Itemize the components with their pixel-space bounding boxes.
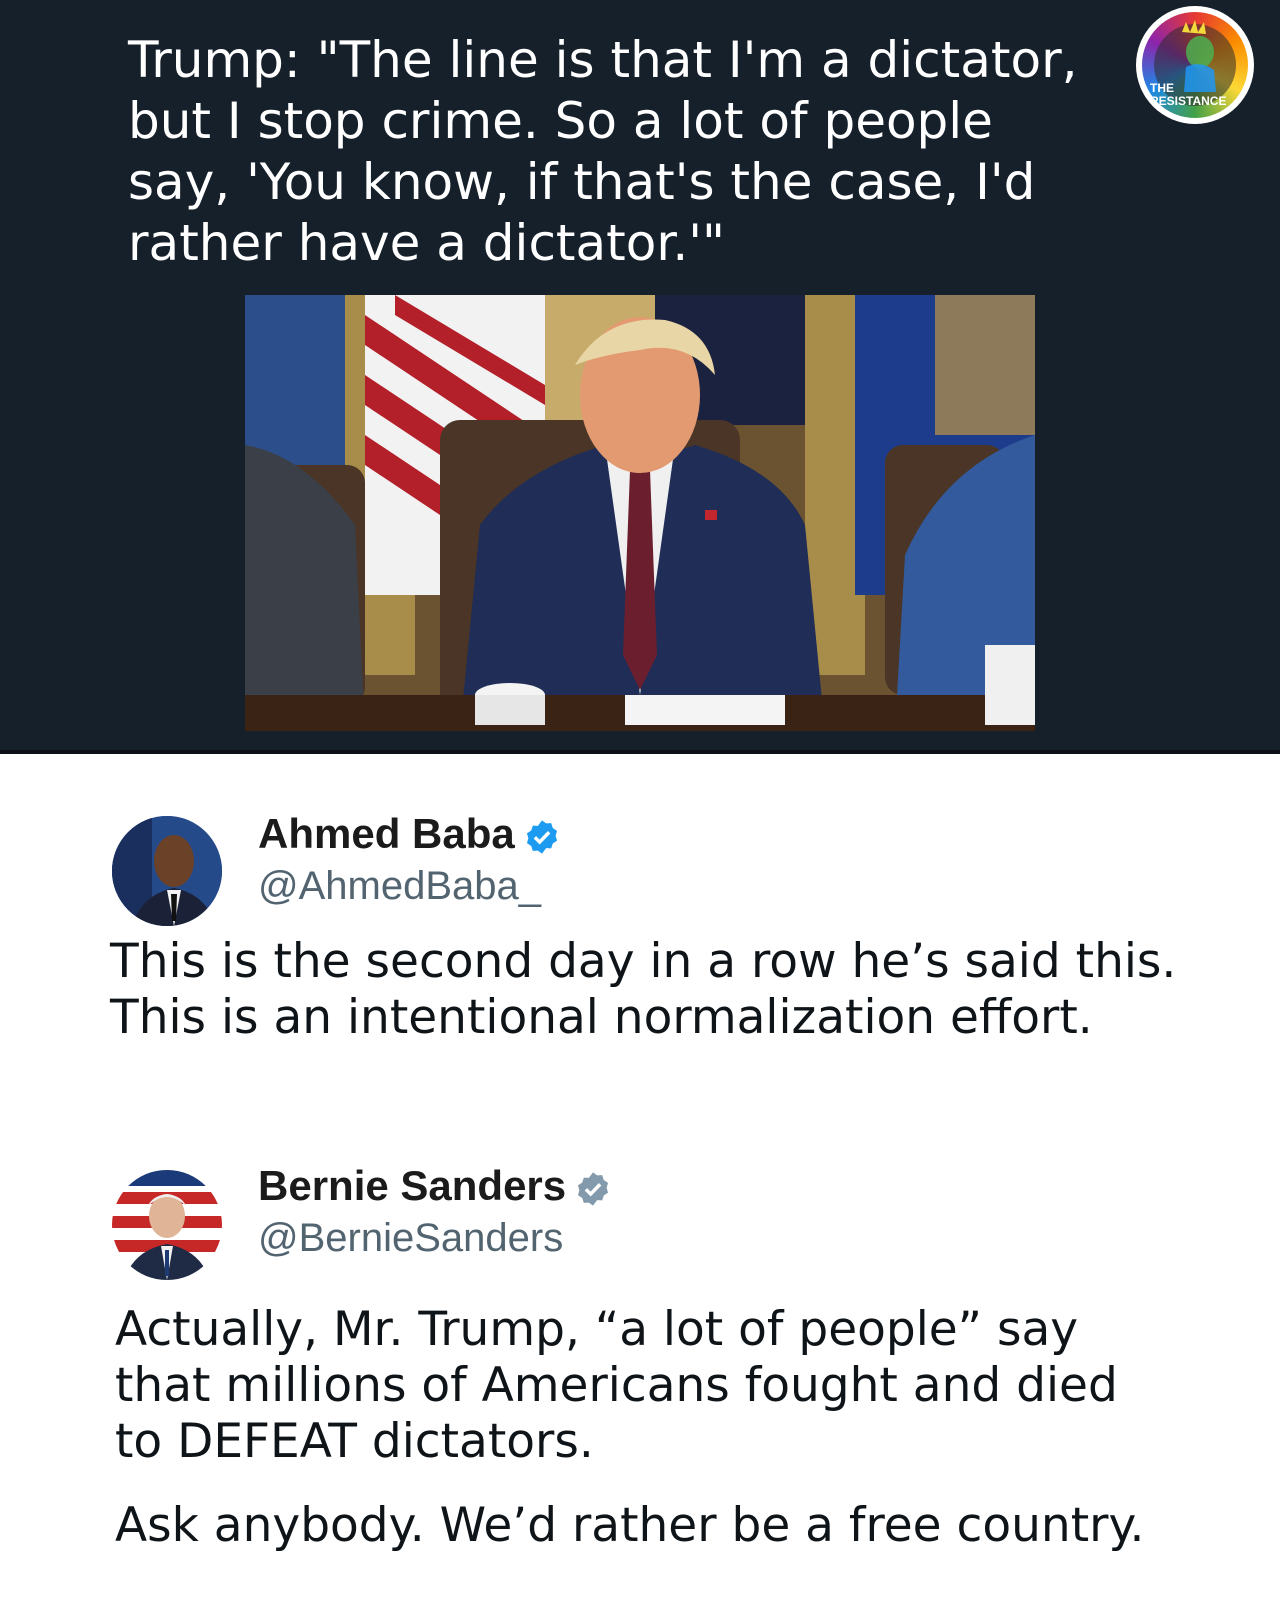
tweet-body-line-2: This is an intentional normalization eff… — [110, 990, 1093, 1045]
ahmed-baba-avatar-image — [112, 816, 222, 926]
tweet-body-paragraph-2: Ask anybody. We’d rather be a free count… — [115, 1498, 1145, 1553]
trump-quote-text: Trump: "The line is that I'm a dictator,… — [128, 31, 1078, 272]
tweet-body-line-1: This is the second day in a row he’s sai… — [110, 934, 1177, 989]
logo-text-resistance: RESISTANCE — [1150, 94, 1227, 108]
avatar[interactable] — [112, 816, 222, 926]
tweet-body: Actually, Mr. Trump, “a lot of people” s… — [115, 1302, 1145, 1554]
tweet-body-line-2: that millions of Americans fought and di… — [115, 1358, 1118, 1413]
author-name[interactable]: Bernie Sanders — [258, 1162, 612, 1210]
cabinet-meeting-illustration — [245, 295, 1035, 731]
author-name-text: Bernie Sanders — [258, 1162, 567, 1209]
author-handle[interactable]: @BernieSanders — [258, 1216, 563, 1261]
tweet-body-line-1: Actually, Mr. Trump, “a lot of people” s… — [115, 1302, 1079, 1357]
trump-photo — [245, 295, 1035, 731]
tweet-bernie-sanders: Bernie Sanders @BernieSanders Actually, … — [0, 1150, 1280, 1599]
author-handle[interactable]: @AhmedBaba_ — [258, 864, 541, 909]
quote-card: Trump: "The line is that I'm a dictator,… — [0, 0, 1280, 750]
the-resistance-logo: THE RESISTANCE — [1136, 6, 1254, 124]
tweet-ahmed-baba: Ahmed Baba @AhmedBaba_ This is the secon… — [0, 754, 1280, 1084]
bernie-sanders-avatar-image — [112, 1170, 222, 1280]
verified-badge-icon — [578, 1172, 609, 1206]
verified-badge-icon — [526, 820, 557, 854]
avatar[interactable] — [112, 1170, 222, 1280]
author-name[interactable]: Ahmed Baba — [258, 810, 561, 858]
tweet-body-line-3: to DEFEAT dictators. — [115, 1414, 594, 1469]
tweet-body: This is the second day in a row he’s sai… — [110, 934, 1176, 1046]
author-name-text: Ahmed Baba — [258, 810, 515, 857]
